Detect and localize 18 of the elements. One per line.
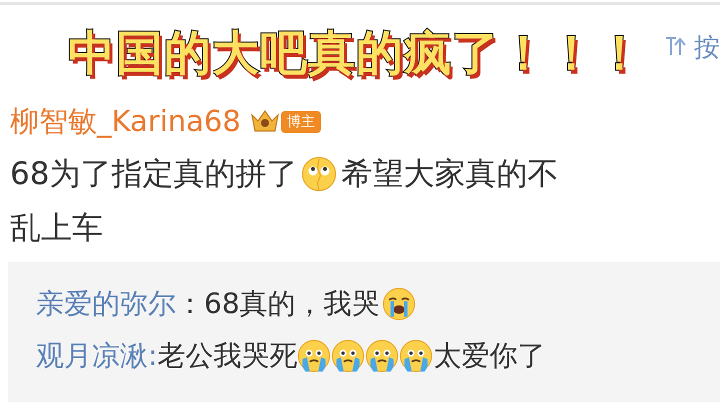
reply-text: 老公我哭死	[157, 338, 298, 374]
teary-emoji-icon	[365, 338, 400, 372]
teary-emoji-icon	[399, 338, 434, 372]
blogger-badge: 博主	[280, 110, 321, 133]
reply-author[interactable]: 亲爱的弥尔	[36, 284, 176, 324]
post-text: 希望大家真的不	[341, 154, 558, 194]
post-text: 乱上车	[10, 208, 103, 248]
reply-text: ：68真的，我哭	[176, 286, 380, 322]
overlay-title: 中国的大吧真的疯了！！！	[68, 30, 644, 77]
crying-emoji-icon	[382, 286, 416, 320]
eyes-up-emoji-icon	[301, 156, 338, 192]
post-text: 68为了指定真的拼了	[10, 154, 298, 194]
author-name[interactable]: 柳智敏_Karina68	[10, 100, 241, 144]
reply-text: 太爱你了	[433, 338, 546, 374]
teary-emoji-icon	[297, 338, 332, 372]
sort-label[interactable]: 按	[694, 35, 720, 61]
reply-author[interactable]: 观月凉湫:	[36, 336, 158, 376]
teary-emoji-icon	[331, 338, 366, 372]
